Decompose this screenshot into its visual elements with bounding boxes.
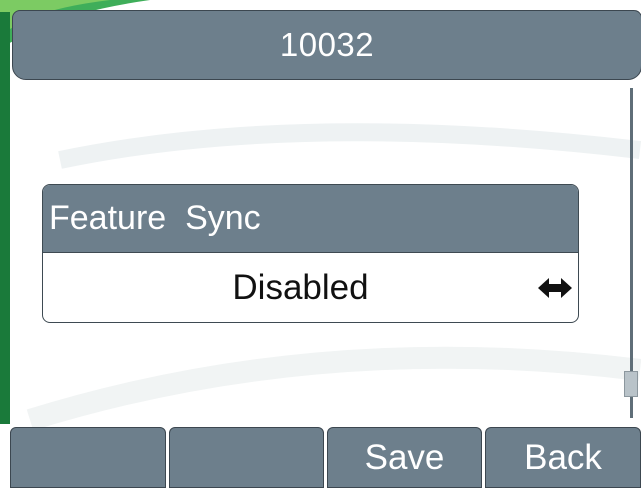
phone-screen: 10032 Feature Sync Disabled Save Back: [0, 0, 641, 488]
left-accent-bar: [0, 12, 10, 424]
setting-label: Feature Sync: [43, 185, 578, 253]
softkey-bar: Save Back: [10, 427, 641, 488]
page-title: 10032: [279, 26, 375, 63]
feature-sync-setting[interactable]: Feature Sync Disabled: [42, 184, 579, 323]
save-button-label: Save: [364, 437, 445, 477]
softkey-2[interactable]: [169, 427, 324, 488]
setting-value: Disabled: [232, 267, 369, 307]
back-button[interactable]: Back: [485, 427, 641, 488]
left-right-arrows-icon[interactable]: [538, 277, 572, 299]
setting-value-selector[interactable]: Disabled: [43, 253, 578, 322]
back-button-label: Back: [524, 437, 602, 477]
title-bar: 10032: [12, 10, 641, 80]
setting-label-text: Feature Sync: [49, 199, 261, 237]
softkey-1[interactable]: [10, 427, 166, 488]
save-button[interactable]: Save: [327, 427, 482, 488]
scrollbar-thumb[interactable]: [624, 371, 638, 397]
scrollbar-track[interactable]: [630, 88, 633, 418]
